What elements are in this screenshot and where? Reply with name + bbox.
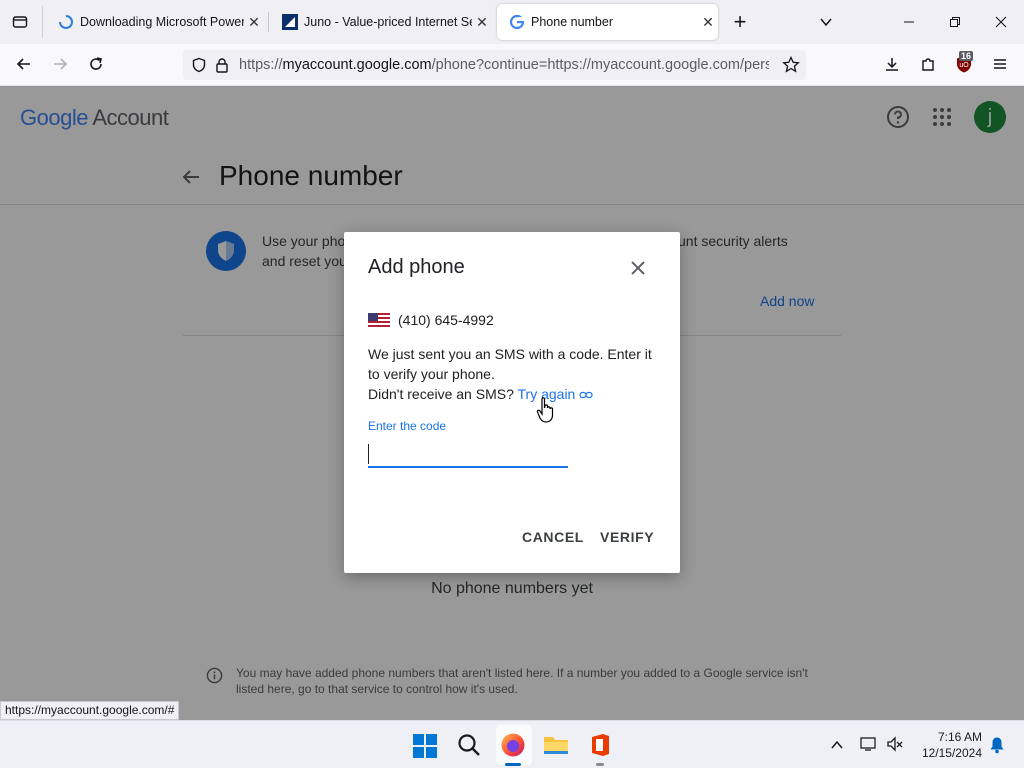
sms-sent-text: We just sent you an SMS with a code. Ent…: [368, 346, 652, 382]
url-bar[interactable]: https://myaccount.google.com/phone?conti…: [183, 50, 806, 80]
link-status-url: https://myaccount.google.com/#: [0, 701, 180, 720]
tab-label: Juno - Value-priced Internet Ser: [304, 15, 472, 29]
search-icon[interactable]: [457, 733, 481, 762]
code-field-label: Enter the code: [368, 419, 447, 433]
shield-icon[interactable]: [191, 57, 207, 73]
active-app-indicator: [505, 763, 521, 766]
microsoft-office-icon[interactable]: [589, 733, 611, 762]
extensions-puzzle-icon[interactable]: [914, 50, 942, 78]
windows-taskbar: 7:16 AM 12/15/2024: [0, 720, 1024, 768]
network-icon[interactable]: [860, 736, 878, 757]
sms-message: We just sent you an SMS with a code. Ent…: [368, 344, 664, 405]
hand-cursor-icon: [536, 396, 556, 429]
list-tabs-chevron-icon[interactable]: [812, 8, 840, 36]
back-arrow-icon[interactable]: [10, 50, 38, 78]
running-app-indicator: [596, 763, 604, 766]
tab-label: Phone number: [531, 15, 614, 29]
lock-icon[interactable]: [215, 57, 229, 73]
juno-icon: [282, 14, 298, 30]
verify-button[interactable]: VERIFY: [600, 529, 654, 545]
add-phone-dialog: Add phone (410) 645-4992 We just sent yo…: [344, 232, 680, 573]
extension-badge: 16: [959, 51, 974, 61]
close-window-icon[interactable]: [987, 8, 1015, 36]
didnt-receive-text: Didn't receive an SMS?: [368, 386, 514, 402]
reload-icon[interactable]: [82, 50, 110, 78]
cancel-button[interactable]: CANCEL: [522, 529, 584, 545]
phone-number-row: (410) 645-4992: [368, 312, 494, 328]
close-tab-icon[interactable]: ✕: [244, 14, 264, 31]
clock[interactable]: 7:16 AM 12/15/2024: [916, 729, 982, 761]
close-icon[interactable]: [624, 254, 652, 282]
bookmark-star-icon[interactable]: [782, 56, 800, 74]
forward-arrow-icon[interactable]: [46, 50, 74, 78]
file-explorer-icon[interactable]: [543, 734, 569, 761]
tab-phone-number[interactable]: Phone number ✕: [497, 4, 718, 40]
tab-downloading-powerpoint[interactable]: Downloading Microsoft PowerP ✕: [46, 4, 264, 40]
restore-icon[interactable]: [941, 8, 969, 36]
minimize-icon[interactable]: [895, 8, 923, 36]
close-tab-icon[interactable]: ✕: [472, 14, 492, 31]
divider: [42, 6, 43, 38]
firefox-icon[interactable]: [500, 732, 526, 763]
show-hidden-icons-chevron-icon[interactable]: [830, 738, 844, 756]
verification-code-input[interactable]: [368, 438, 568, 468]
resend-row: Didn't receive an SMS? Try again: [368, 384, 664, 405]
clock-time: 7:16 AM: [937, 730, 982, 744]
google-g-icon: [509, 14, 525, 30]
dialog-title: Add phone: [368, 256, 465, 278]
link-icon: [579, 385, 593, 405]
menu-hamburger-icon[interactable]: [986, 50, 1014, 78]
url-host: myaccount.google.com: [282, 57, 432, 73]
new-tab-plus-icon[interactable]: +: [726, 8, 754, 36]
loading-spinner-icon: [58, 14, 74, 30]
url-path: /phone?continue=https://myaccount.google…: [431, 57, 769, 73]
url-text[interactable]: https://myaccount.google.com/phone?conti…: [239, 57, 769, 73]
clock-date: 12/15/2024: [921, 746, 982, 760]
divider: [268, 12, 269, 32]
volume-muted-icon[interactable]: [886, 736, 904, 757]
downloads-icon[interactable]: [878, 50, 906, 78]
windows-start-icon[interactable]: [413, 734, 437, 763]
phone-number-text: (410) 645-4992: [398, 312, 494, 328]
notification-bell-icon[interactable]: [989, 736, 1005, 759]
svg-text:uO: uO: [959, 62, 969, 69]
close-tab-icon[interactable]: ✕: [698, 14, 718, 31]
tab-overview-icon[interactable]: [6, 8, 34, 36]
tab-bar: Downloading Microsoft PowerP ✕ Juno - Va…: [0, 0, 1024, 44]
tab-juno[interactable]: Juno - Value-priced Internet Ser ✕: [270, 4, 492, 40]
text-caret: [368, 444, 369, 464]
tab-label: Downloading Microsoft PowerP: [80, 15, 244, 29]
us-flag-icon: [368, 313, 390, 327]
url-scheme: https://: [239, 57, 283, 73]
